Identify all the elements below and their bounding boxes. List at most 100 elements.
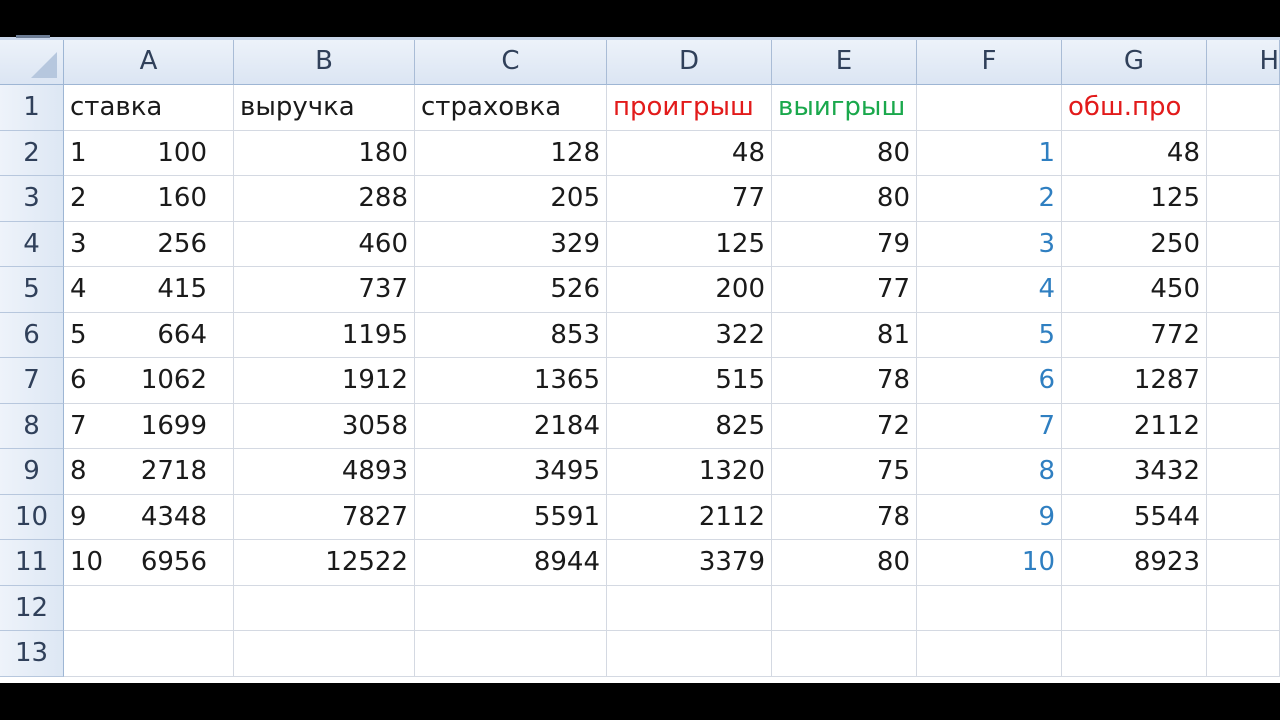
cell-c4[interactable]: 329 <box>415 221 607 267</box>
cell-f8[interactable]: 7 <box>917 403 1062 449</box>
cell-e13[interactable] <box>772 631 917 677</box>
cell-e2[interactable]: 80 <box>772 130 917 176</box>
cell-g12[interactable] <box>1062 585 1207 631</box>
cell-c7[interactable]: 1365 <box>415 358 607 404</box>
cell-h11[interactable] <box>1207 540 1280 586</box>
cell-d7[interactable]: 515 <box>607 358 772 404</box>
cell-e4[interactable]: 79 <box>772 221 917 267</box>
cell-b1[interactable]: выручка <box>234 85 415 131</box>
cell-c1[interactable]: страховка <box>415 85 607 131</box>
cell-e8[interactable]: 72 <box>772 403 917 449</box>
cell-d10[interactable]: 2112 <box>607 494 772 540</box>
cell-c13[interactable] <box>415 631 607 677</box>
row-header[interactable]: 9 <box>0 449 64 495</box>
row-header[interactable]: 8 <box>0 403 64 449</box>
cell-c11[interactable]: 8944 <box>415 540 607 586</box>
cell-e6[interactable]: 81 <box>772 312 917 358</box>
row-header[interactable]: 6 <box>0 312 64 358</box>
cell-a11[interactable]: 10 6956 <box>64 540 234 586</box>
cell-h1[interactable] <box>1207 85 1280 131</box>
cell-b12[interactable] <box>234 585 415 631</box>
cell-g7[interactable]: 1287 <box>1062 358 1207 404</box>
cell-g11[interactable]: 8923 <box>1062 540 1207 586</box>
cell-g3[interactable]: 125 <box>1062 176 1207 222</box>
cell-f10[interactable]: 9 <box>917 494 1062 540</box>
cell-b2[interactable]: 180 <box>234 130 415 176</box>
cell-g6[interactable]: 772 <box>1062 312 1207 358</box>
cell-h6[interactable] <box>1207 312 1280 358</box>
select-all-button[interactable] <box>0 37 64 85</box>
cell-h5[interactable] <box>1207 267 1280 313</box>
cell-h2[interactable] <box>1207 130 1280 176</box>
cell-b9[interactable]: 4893 <box>234 449 415 495</box>
cell-d2[interactable]: 48 <box>607 130 772 176</box>
cell-a5[interactable]: 4 415 <box>64 267 234 313</box>
cell-g10[interactable]: 5544 <box>1062 494 1207 540</box>
cell-c10[interactable]: 5591 <box>415 494 607 540</box>
cell-b10[interactable]: 7827 <box>234 494 415 540</box>
cell-a13[interactable] <box>64 631 234 677</box>
column-header-b[interactable]: B <box>234 37 415 85</box>
cell-g2[interactable]: 48 <box>1062 130 1207 176</box>
cell-e5[interactable]: 77 <box>772 267 917 313</box>
column-header-c[interactable]: C <box>415 37 607 85</box>
row-header[interactable]: 13 <box>0 631 64 677</box>
row-header[interactable]: 10 <box>0 494 64 540</box>
cell-e10[interactable]: 78 <box>772 494 917 540</box>
cell-g8[interactable]: 2112 <box>1062 403 1207 449</box>
cell-e1[interactable]: выигрыш <box>772 85 917 131</box>
cell-b5[interactable]: 737 <box>234 267 415 313</box>
cell-c2[interactable]: 128 <box>415 130 607 176</box>
cell-h3[interactable] <box>1207 176 1280 222</box>
cell-g5[interactable]: 450 <box>1062 267 1207 313</box>
row-header[interactable]: 3 <box>0 176 64 222</box>
cell-g1[interactable]: обш.про <box>1062 85 1207 131</box>
cell-d8[interactable]: 825 <box>607 403 772 449</box>
cell-d1[interactable]: проигрыш <box>607 85 772 131</box>
cell-b3[interactable]: 288 <box>234 176 415 222</box>
cell-h12[interactable] <box>1207 585 1280 631</box>
cell-f9[interactable]: 8 <box>917 449 1062 495</box>
column-header-h[interactable]: H <box>1207 37 1280 85</box>
column-header-a[interactable]: A <box>64 37 234 85</box>
cell-f11[interactable]: 10 <box>917 540 1062 586</box>
cell-d3[interactable]: 77 <box>607 176 772 222</box>
cell-b6[interactable]: 1195 <box>234 312 415 358</box>
cell-c3[interactable]: 205 <box>415 176 607 222</box>
cell-f12[interactable] <box>917 585 1062 631</box>
cell-h9[interactable] <box>1207 449 1280 495</box>
cell-h4[interactable] <box>1207 221 1280 267</box>
row-header[interactable]: 7 <box>0 358 64 404</box>
cell-e7[interactable]: 78 <box>772 358 917 404</box>
cell-h10[interactable] <box>1207 494 1280 540</box>
column-header-g[interactable]: G <box>1062 37 1207 85</box>
cell-a9[interactable]: 8 2718 <box>64 449 234 495</box>
cell-a3[interactable]: 2 160 <box>64 176 234 222</box>
row-header[interactable]: 12 <box>0 585 64 631</box>
cell-f2[interactable]: 1 <box>917 130 1062 176</box>
cell-a8[interactable]: 7 1699 <box>64 403 234 449</box>
cell-h8[interactable] <box>1207 403 1280 449</box>
cell-d13[interactable] <box>607 631 772 677</box>
cell-d5[interactable]: 200 <box>607 267 772 313</box>
cell-a2[interactable]: 1 100 <box>64 130 234 176</box>
row-header[interactable]: 2 <box>0 130 64 176</box>
cell-g4[interactable]: 250 <box>1062 221 1207 267</box>
cell-e9[interactable]: 75 <box>772 449 917 495</box>
cell-d9[interactable]: 1320 <box>607 449 772 495</box>
cell-f1[interactable] <box>917 85 1062 131</box>
cell-b7[interactable]: 1912 <box>234 358 415 404</box>
cell-f5[interactable]: 4 <box>917 267 1062 313</box>
cell-a6[interactable]: 5 664 <box>64 312 234 358</box>
cell-e12[interactable] <box>772 585 917 631</box>
cell-h7[interactable] <box>1207 358 1280 404</box>
cell-a1[interactable]: ставка <box>64 85 234 131</box>
cell-b4[interactable]: 460 <box>234 221 415 267</box>
cell-b11[interactable]: 12522 <box>234 540 415 586</box>
cell-a10[interactable]: 9 4348 <box>64 494 234 540</box>
cell-d12[interactable] <box>607 585 772 631</box>
column-header-d[interactable]: D <box>607 37 772 85</box>
cell-g13[interactable] <box>1062 631 1207 677</box>
cell-f6[interactable]: 5 <box>917 312 1062 358</box>
cell-e3[interactable]: 80 <box>772 176 917 222</box>
